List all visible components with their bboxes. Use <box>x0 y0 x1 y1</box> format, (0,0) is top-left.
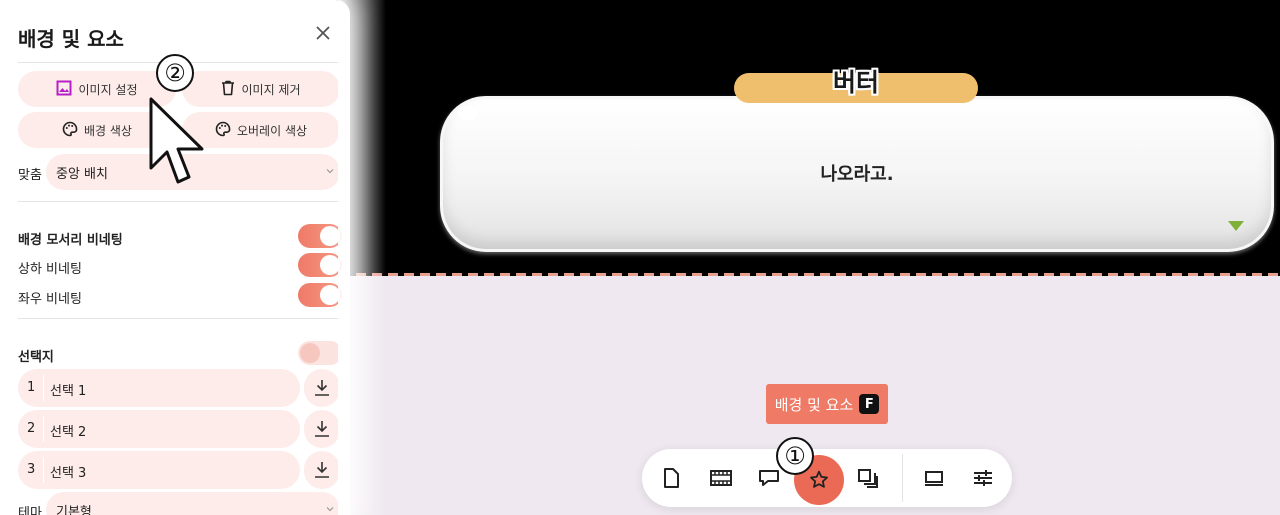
fit-label: 맞춤 <box>18 168 42 183</box>
image-icon <box>56 80 72 99</box>
download-icon[interactable] <box>304 369 340 407</box>
step-marker-1: ① <box>776 437 814 475</box>
overlay-color-label: 오버레이 색상 <box>236 123 308 138</box>
choice-divider <box>43 457 44 483</box>
theme-value: 기본형 <box>56 504 92 515</box>
layers-icon[interactable] <box>846 457 888 499</box>
choice-text: 선택 2 <box>50 425 87 440</box>
choice-text: 선택 1 <box>50 384 87 399</box>
speaker-name: 버터 <box>832 68 879 97</box>
step-marker-2: ② <box>156 54 194 92</box>
choice-text: 선택 3 <box>50 466 87 481</box>
corner-vignette-label: 배경 모서리 비네팅 <box>18 233 123 248</box>
frame-icon[interactable] <box>913 457 955 499</box>
image-set-label: 이미지 설정 <box>78 82 138 97</box>
choice-divider <box>43 375 44 401</box>
corner-vignette-toggle[interactable] <box>298 224 342 248</box>
horizontal-vignette-label: 좌우 비네팅 <box>18 292 82 307</box>
choice-row[interactable]: 2 선택 2 <box>18 410 300 448</box>
next-arrow-icon <box>1228 221 1244 231</box>
choice-number: 1 <box>27 380 36 395</box>
background-color-label: 배경 색상 <box>84 123 132 138</box>
page-icon[interactable] <box>650 457 692 499</box>
choice-number: 3 <box>27 462 36 477</box>
tooltip-shortcut-key: F <box>859 394 880 414</box>
palette-icon <box>215 121 231 140</box>
trash-icon <box>221 80 235 99</box>
choice-divider <box>43 416 44 442</box>
film-icon[interactable] <box>700 457 742 499</box>
chevron-down-icon <box>326 169 334 174</box>
choices-toggle[interactable] <box>298 341 342 365</box>
choice-number: 2 <box>27 421 36 436</box>
tooltip-label: 배경 및 요소 <box>774 395 854 414</box>
dialog-text: 나오라고. <box>820 164 894 185</box>
toolbar-tooltip: 배경 및 요소 F <box>766 384 888 424</box>
panel-edge-fade <box>338 0 386 515</box>
close-icon[interactable] <box>312 22 334 44</box>
chevron-down-icon <box>326 507 334 512</box>
speaker-name-tag[interactable]: 버터 <box>734 68 978 103</box>
image-remove-label: 이미지 제거 <box>241 82 301 97</box>
choices-label: 선택지 <box>18 350 54 365</box>
mouse-pointer-icon <box>149 97 204 184</box>
choice-row[interactable]: 3 선택 3 <box>18 451 300 489</box>
sliders-icon[interactable] <box>962 457 1004 499</box>
vertical-vignette-label: 상하 비네팅 <box>18 262 82 277</box>
vertical-vignette-toggle[interactable] <box>298 253 342 277</box>
theme-label: 테마 <box>18 506 42 515</box>
bottom-toolbar <box>642 449 1012 507</box>
divider <box>18 201 340 202</box>
download-icon[interactable] <box>304 410 340 448</box>
toolbar-separator <box>902 454 903 502</box>
theme-select[interactable]: 기본형 <box>46 492 340 515</box>
panel-title: 배경 및 요소 <box>18 27 124 51</box>
palette-icon <box>62 121 78 140</box>
download-icon[interactable] <box>304 451 340 489</box>
fit-value: 중앙 배치 <box>56 166 108 182</box>
stage-boundary-line <box>340 273 1280 276</box>
horizontal-vignette-toggle[interactable] <box>298 283 342 307</box>
divider <box>18 318 340 319</box>
dialog-gloss-highlight <box>458 106 478 120</box>
choice-row[interactable]: 1 선택 1 <box>18 369 300 407</box>
